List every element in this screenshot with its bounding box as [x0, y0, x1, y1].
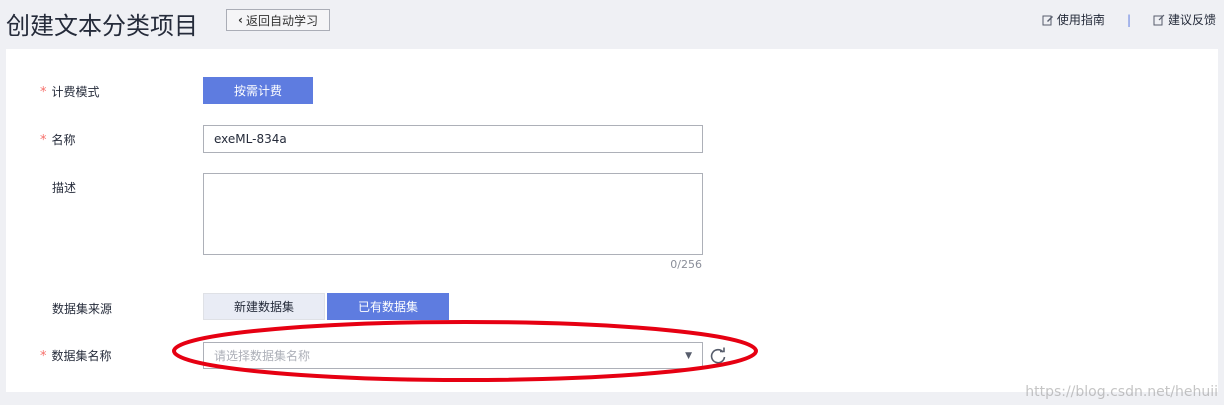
dataset-source-toggle: 新建数据集 已有数据集	[203, 293, 449, 320]
description-label: 描述	[52, 181, 77, 195]
refresh-icon[interactable]	[706, 344, 730, 368]
dataset-name-label: * 数据集名称	[40, 349, 112, 364]
chevron-left-icon: ‹	[238, 13, 243, 27]
divider: |	[1126, 12, 1131, 27]
description-textarea[interactable]	[203, 173, 703, 255]
create-project-form: * 计费模式 按需计费 * 名称 exeML-834a 描述 0/256 数据集来源…	[6, 49, 1218, 392]
watermark: https://blog.csdn.net/hehuii	[1025, 384, 1218, 400]
new-dataset-option[interactable]: 新建数据集	[203, 293, 325, 320]
back-to-automl-button[interactable]: ‹ 返回自动学习	[226, 9, 330, 31]
page-title: 创建文本分类项目	[6, 12, 198, 40]
user-guide-link[interactable]: 使用指南	[1042, 11, 1105, 28]
back-button-label: 返回自动学习	[245, 13, 318, 28]
caret-down-icon: ▼	[685, 350, 692, 361]
required-mark: *	[40, 349, 47, 364]
edit-doc-icon	[1042, 15, 1053, 25]
feedback-link[interactable]: 建议反馈	[1153, 11, 1216, 28]
dataset-name-select[interactable]: 请选择数据集名称 ▼	[203, 342, 703, 369]
dataset-name-placeholder: 请选择数据集名称	[214, 349, 311, 363]
top-links: 使用指南 | 建议反馈	[1042, 11, 1216, 28]
feedback-icon	[1153, 14, 1165, 25]
dataset-source-label: 数据集来源	[52, 302, 113, 316]
billing-mode-label: * 计费模式	[40, 85, 100, 100]
user-guide-label: 使用指南	[1056, 13, 1105, 27]
feedback-label: 建议反馈	[1167, 13, 1216, 27]
on-demand-billing-button[interactable]: 按需计费	[203, 77, 313, 104]
name-input[interactable]: exeML-834a	[203, 125, 703, 153]
existing-dataset-option[interactable]: 已有数据集	[327, 293, 449, 320]
required-mark: *	[40, 85, 47, 100]
name-label: * 名称	[40, 133, 76, 148]
description-char-counter: 0/256	[670, 258, 702, 271]
required-mark: *	[40, 133, 47, 148]
